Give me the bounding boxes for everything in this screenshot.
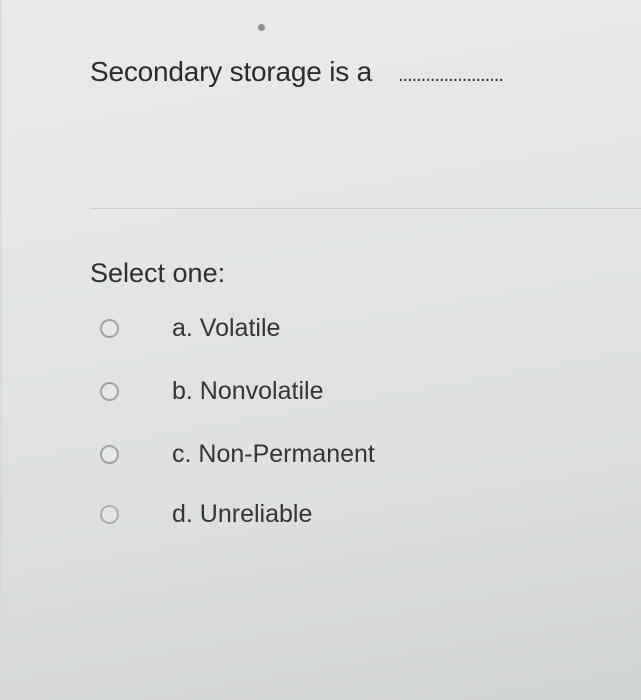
option-d[interactable]: d. Unreliable — [100, 500, 430, 536]
radio-button-a[interactable] — [100, 319, 119, 338]
radio-button-c[interactable] — [100, 445, 119, 464]
option-label-d[interactable]: d. Unreliable — [172, 500, 312, 529]
radio-button-b[interactable] — [100, 382, 119, 401]
radio-button-d[interactable] — [100, 505, 119, 524]
option-label-a[interactable]: a. Volatile — [172, 314, 280, 343]
option-a[interactable]: a. Volatile — [100, 314, 430, 350]
option-label-c[interactable]: c. Non-Permanent — [172, 440, 375, 469]
option-b[interactable]: b. Nonvolatile — [100, 377, 430, 413]
option-label-b[interactable]: b. Nonvolatile — [172, 377, 323, 406]
option-c[interactable]: c. Non-Permanent — [100, 440, 430, 476]
answer-options: a. Volatile b. Nonvolatile c. Non-Perman… — [0, 0, 641, 700]
